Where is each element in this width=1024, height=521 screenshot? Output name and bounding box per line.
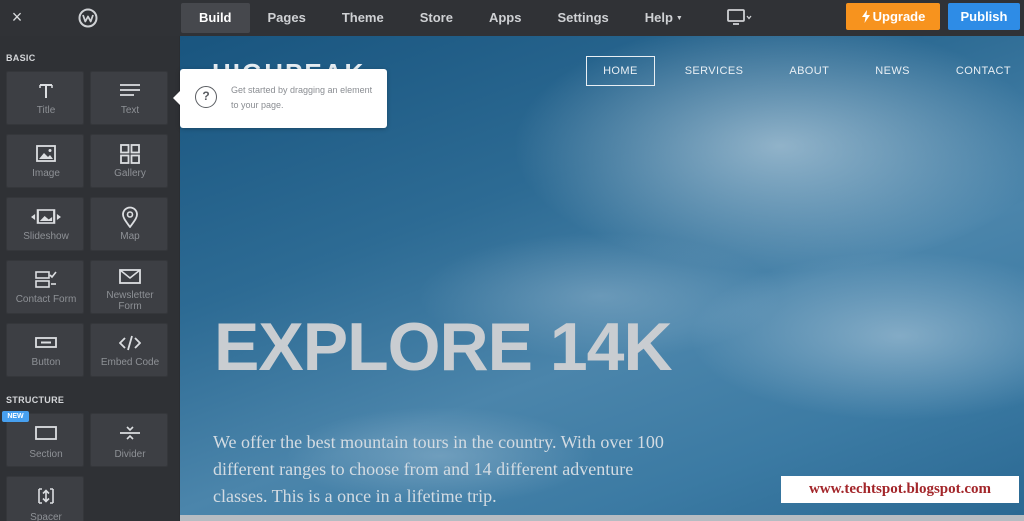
element-spacer[interactable]: Spacer <box>6 476 84 521</box>
hero-copy[interactable]: We offer the best mountain tours in the … <box>213 429 683 510</box>
title-icon <box>39 84 53 98</box>
element-label: Embed Code <box>100 357 160 368</box>
close-icon[interactable]: × <box>8 6 26 28</box>
element-label: Map <box>120 231 140 242</box>
tab-help[interactable]: Help ▼ <box>627 3 701 33</box>
element-slideshow[interactable]: Slideshow <box>6 197 84 251</box>
tab-build[interactable]: Build <box>181 3 250 33</box>
map-pin-icon <box>122 206 138 228</box>
element-newsletter-form[interactable]: Newsletter Form <box>90 260 168 314</box>
nav-item-about[interactable]: ABOUT <box>773 56 845 86</box>
element-label: Newsletter Form <box>106 290 154 312</box>
element-label: Title <box>36 105 56 116</box>
tab-apps[interactable]: Apps <box>471 3 540 33</box>
watermark: www.techtspot.blogspot.com <box>781 476 1019 503</box>
nav-item-home[interactable]: HOME <box>586 56 655 86</box>
upgrade-button[interactable]: Upgrade <box>846 3 940 30</box>
image-icon <box>36 145 56 162</box>
text-icon <box>120 84 140 96</box>
question-icon: ? <box>195 86 217 108</box>
element-label: Slideshow <box>23 231 69 242</box>
tab-store[interactable]: Store <box>402 3 471 33</box>
element-title[interactable]: Title <box>6 71 84 125</box>
site-nav: HOME SERVICES ABOUT NEWS CONTACT <box>586 56 1024 86</box>
publish-button[interactable]: Publish <box>948 3 1020 30</box>
top-bar: × Build Pages Theme Store Apps Settings … <box>0 0 1024 36</box>
main-tabs: Build Pages Theme Store Apps Settings He… <box>181 3 701 33</box>
new-badge: NEW <box>2 411 29 422</box>
tab-settings[interactable]: Settings <box>539 3 626 33</box>
desktop-preview-icon[interactable] <box>726 8 752 28</box>
section-icon <box>35 426 57 440</box>
divider-icon <box>120 426 140 440</box>
upgrade-label: Upgrade <box>872 9 926 24</box>
tooltip-text: Get started by dragging an element to yo… <box>231 85 373 110</box>
element-embed-code[interactable]: Embed Code <box>90 323 168 377</box>
hero-title[interactable]: EXPLORE 14K <box>214 308 673 386</box>
element-label: Text <box>120 105 140 116</box>
contact-form-icon <box>35 271 57 288</box>
nav-item-services[interactable]: SERVICES <box>669 56 760 86</box>
tab-pages[interactable]: Pages <box>250 3 324 33</box>
tab-help-label: Help <box>644 10 673 25</box>
basic-section-label: BASIC <box>6 53 36 63</box>
element-divider[interactable]: Divider <box>90 413 168 467</box>
structure-section-label: STRUCTURE <box>6 395 65 405</box>
element-label: Spacer <box>30 512 62 521</box>
envelope-icon <box>119 269 141 284</box>
element-label: Divider <box>114 449 146 460</box>
element-button[interactable]: Button <box>6 323 84 377</box>
gallery-icon <box>120 144 140 164</box>
element-map[interactable]: Map <box>90 197 168 251</box>
nav-item-contact[interactable]: CONTACT <box>940 56 1024 86</box>
nav-item-news[interactable]: NEWS <box>859 56 926 86</box>
element-text[interactable]: Text <box>90 71 168 125</box>
code-icon <box>119 335 141 351</box>
element-label: Gallery <box>114 168 146 179</box>
element-contact-form[interactable]: Contact Form <box>6 260 84 314</box>
spacer-icon <box>38 488 54 504</box>
canvas-bottom-strip <box>180 515 1024 521</box>
elements-sidebar: BASIC Title Text Image Gallery Slideshow… <box>0 36 179 521</box>
lightning-icon <box>861 10 870 23</box>
element-label: Button <box>31 357 61 368</box>
caret-down-icon: ▼ <box>675 15 683 22</box>
getting-started-tooltip: ? Get started by dragging an element to … <box>173 69 387 128</box>
element-label: Image <box>32 168 60 179</box>
weebly-logo-icon[interactable] <box>78 8 98 28</box>
tab-theme[interactable]: Theme <box>324 3 402 33</box>
slideshow-icon <box>31 209 61 224</box>
element-label: Contact Form <box>15 294 77 305</box>
element-label: Section <box>29 449 63 460</box>
element-gallery[interactable]: Gallery <box>90 134 168 188</box>
element-image[interactable]: Image <box>6 134 84 188</box>
button-icon <box>35 337 57 348</box>
